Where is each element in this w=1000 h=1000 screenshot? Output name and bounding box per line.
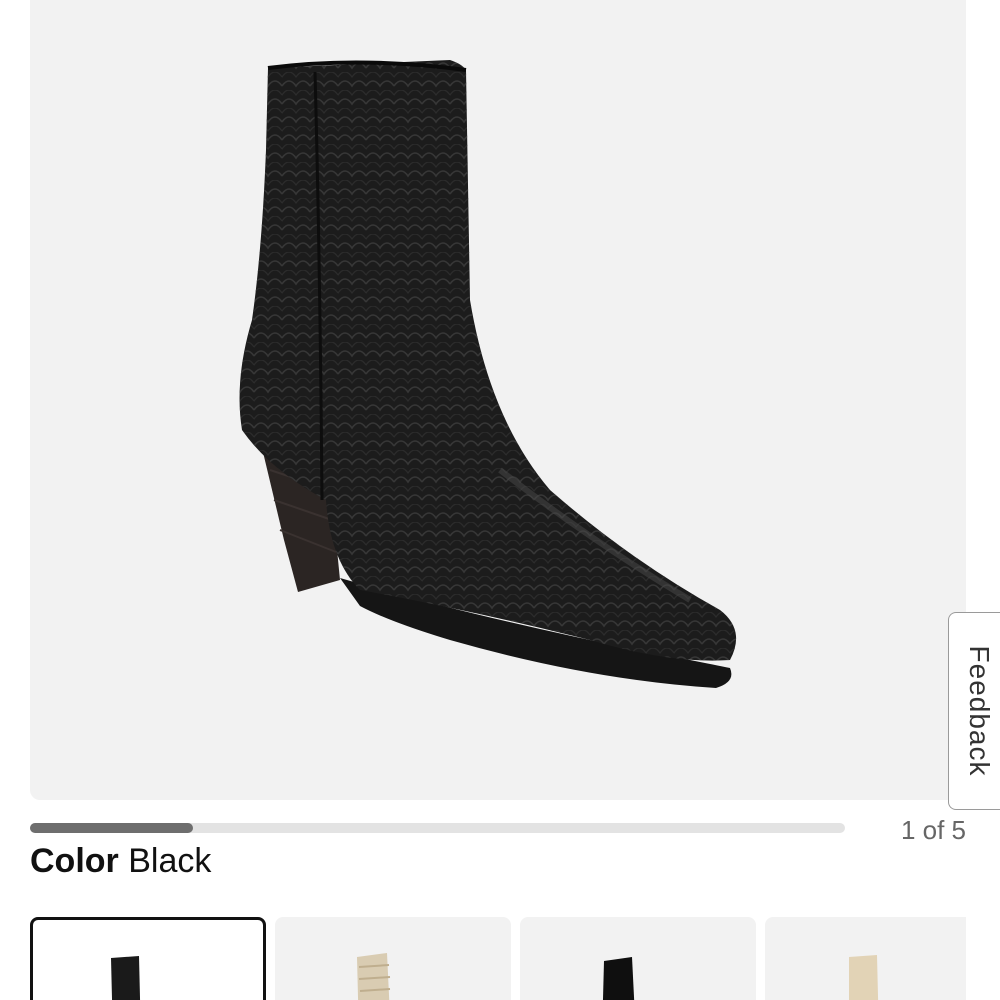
swatch-bone-boot-image	[849, 955, 879, 1000]
swatch-bone[interactable]	[765, 917, 966, 1000]
color-label: Color	[30, 842, 119, 880]
swatch-natural-boot-image	[357, 953, 391, 1000]
color-value: Black	[128, 842, 212, 880]
boot-image	[239, 60, 737, 688]
color-swatch-list	[30, 917, 966, 1000]
feedback-tab[interactable]: Feedback	[948, 612, 1000, 810]
color-selection: Color Black	[30, 842, 211, 881]
gallery-progress-fill	[30, 823, 193, 833]
swatch-black-smooth[interactable]	[520, 917, 756, 1000]
swatch-black[interactable]	[30, 917, 266, 1000]
image-counter: 1 of 5	[900, 815, 966, 845]
swatch-black-boot-image	[111, 956, 141, 1000]
swatch-natural-snake[interactable]	[275, 917, 511, 1000]
gallery-progress-bar	[30, 823, 845, 833]
product-image[interactable]	[30, 0, 966, 800]
feedback-label: Feedback	[963, 645, 995, 777]
swatch-black-smooth-boot-image	[602, 957, 635, 1000]
